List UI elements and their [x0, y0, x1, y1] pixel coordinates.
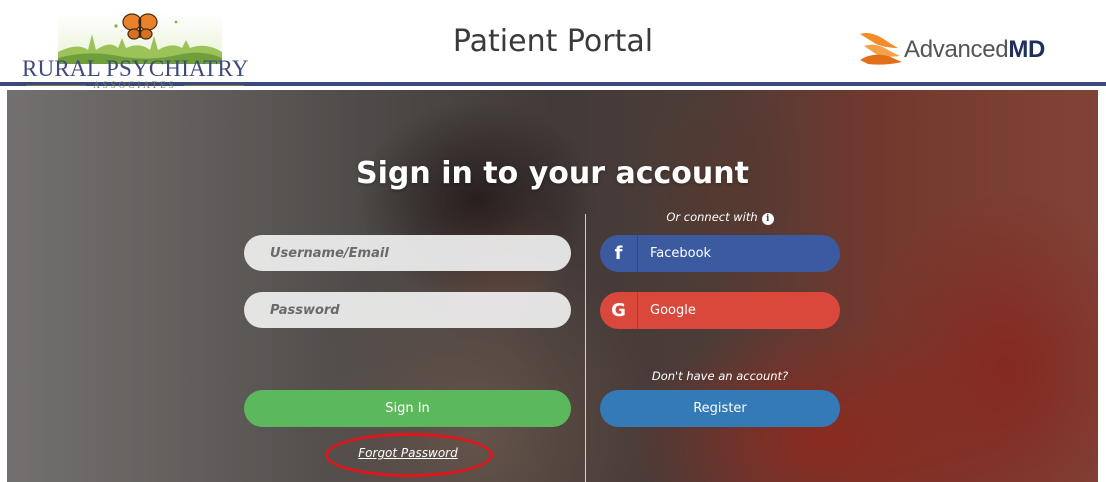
practice-name: RURAL PSYCHIATRY: [22, 56, 249, 81]
advancedmd-swoosh-icon: [860, 33, 902, 65]
password-input[interactable]: [244, 292, 571, 328]
portal-header: RURAL PSYCHIATRY ASSOCIATES Patient Port…: [0, 0, 1106, 90]
facebook-button[interactable]: f Facebook: [600, 235, 840, 272]
google-icon: G: [600, 292, 638, 329]
username-input[interactable]: [244, 235, 571, 271]
advancedmd-logo[interactable]: AdvancedMD: [858, 26, 1068, 66]
practice-logo[interactable]: RURAL PSYCHIATRY ASSOCIATES: [22, 6, 249, 90]
facebook-icon: f: [600, 235, 638, 272]
brand-prefix: Advanced: [904, 36, 1009, 63]
facebook-label: Facebook: [650, 246, 712, 261]
signin-button[interactable]: Sign In: [244, 390, 571, 427]
brand-suffix: MD: [1008, 36, 1046, 63]
connect-caption: Or connect with i: [600, 210, 840, 225]
register-button[interactable]: Register: [600, 390, 840, 427]
forgot-password-link[interactable]: Forgot Password: [343, 446, 473, 460]
connect-caption-text: Or connect with: [666, 210, 758, 224]
google-button[interactable]: G Google: [600, 292, 840, 329]
google-label: Google: [650, 303, 696, 318]
column-divider: [585, 214, 586, 482]
info-icon[interactable]: i: [761, 213, 774, 225]
signin-heading: Sign in to your account: [356, 156, 749, 191]
account-caption: Don't have an account?: [651, 369, 789, 383]
hero-background: Sign in to your account Sign In Forgot P…: [7, 90, 1098, 482]
